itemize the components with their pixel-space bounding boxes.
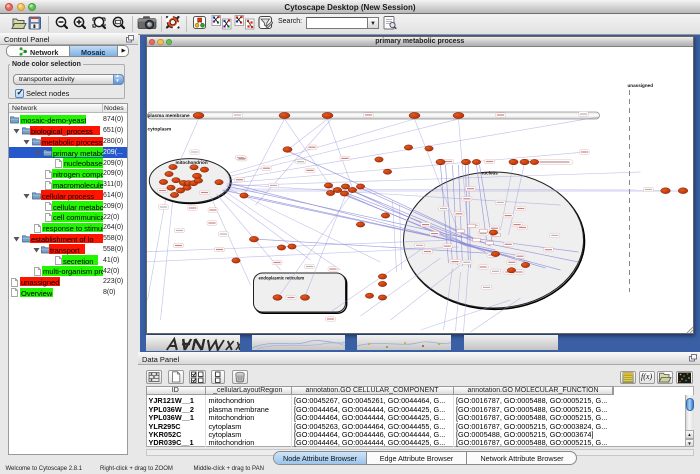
svg-text:plasma membrane: plasma membrane (147, 113, 189, 119)
svg-text:nucleus: nucleus (480, 171, 498, 176)
svg-text:unassigned: unassigned (627, 83, 653, 88)
svg-text:cytoplasm: cytoplasm (147, 127, 171, 133)
svg-text:mitochondrion: mitochondrion (175, 160, 207, 165)
svg-text:endoplasmic reticulum: endoplasmic reticulum (258, 276, 304, 281)
